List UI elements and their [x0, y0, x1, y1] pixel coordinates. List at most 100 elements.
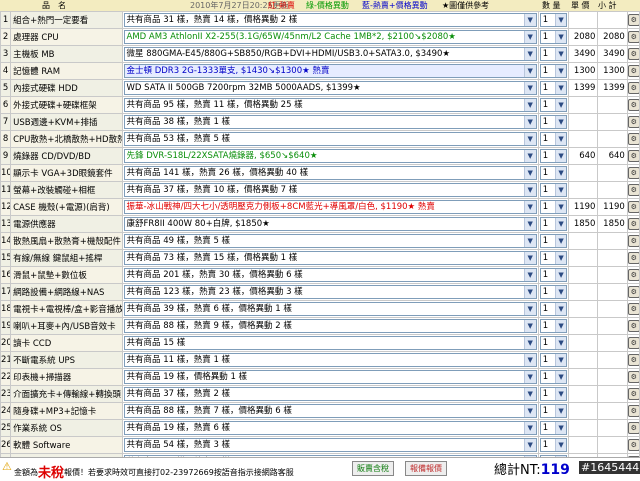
- product-select[interactable]: 共有商品 73 樣，熱賣 15 樣，價格異動 1 樣 ▼: [123, 251, 537, 265]
- product-select[interactable]: 共有商品 123 樣，熱賣 23 樣，價格異動 3 樣 ▼: [123, 285, 537, 299]
- quantity-select[interactable]: 1▼: [539, 81, 568, 95]
- product-select[interactable]: 共有商品 141 樣，熱賣 26 樣，價格異動 40 樣 ▼: [123, 166, 537, 180]
- unit-price: [568, 232, 599, 250]
- quantity-select[interactable]: 1▼: [539, 13, 568, 27]
- quantity-select[interactable]: 1▼: [539, 47, 568, 61]
- product-select[interactable]: 共有商品 19 樣，價格異動 1 樣 ▼: [123, 370, 537, 384]
- gear-icon[interactable]: ⚙: [628, 218, 639, 230]
- product-select[interactable]: 共有商品 39 樣，熱賣 6 樣，價格異動 1 樣 ▼: [123, 302, 537, 316]
- quantity-select[interactable]: 1▼: [539, 370, 568, 384]
- quantity-select[interactable]: 1▼: [539, 438, 568, 452]
- gear-icon[interactable]: ⚙: [628, 252, 639, 264]
- product-select[interactable]: 微星 880GMA-E45/880G+SB850/RGB+DVI+HDMI/US…: [123, 47, 537, 61]
- product-select[interactable]: 共有商品 88 樣，熱賣 7 樣，價格異動 6 樣 ▼: [123, 404, 537, 418]
- chevron-down-icon: ▼: [555, 82, 567, 94]
- gear-icon[interactable]: ⚙: [628, 201, 639, 213]
- gear-icon[interactable]: ⚙: [628, 405, 639, 417]
- report-quote-button[interactable]: 報備報價: [405, 461, 447, 476]
- gear-icon[interactable]: ⚙: [628, 439, 639, 451]
- product-select[interactable]: 共有商品 95 樣，熱賣 11 樣，價格異動 25 樣 ▼: [123, 98, 537, 112]
- product-select[interactable]: 金士頓 DDR3 2G-1333單支, $1430↘$1300★ 熱賣 ▼: [123, 64, 537, 78]
- quantity-value: 1: [542, 219, 549, 229]
- quantity-select[interactable]: 1▼: [539, 149, 568, 163]
- chevron-down-icon: ▼: [523, 82, 536, 94]
- product-select[interactable]: 康舒FR8II 400W 80+白牌, $1850★ ▼: [123, 217, 537, 231]
- quantity-select[interactable]: 1▼: [539, 319, 568, 333]
- subtotal: [597, 130, 628, 148]
- gear-icon[interactable]: ⚙: [628, 65, 639, 77]
- gear-icon[interactable]: ⚙: [628, 14, 639, 26]
- gear-icon[interactable]: ⚙: [628, 422, 639, 434]
- category-label: 有線/無線 鍵鼠組+搖桿: [10, 249, 123, 267]
- product-select[interactable]: AMD AM3 AthlonII X2-255(3.1G/65W/45nm/L2…: [123, 30, 537, 44]
- gear-icon[interactable]: ⚙: [628, 303, 639, 315]
- quantity-select[interactable]: 1▼: [539, 268, 568, 282]
- gear-icon[interactable]: ⚙: [628, 150, 639, 162]
- product-select[interactable]: 共有商品 201 樣，熱賣 30 樣，價格異動 6 樣 ▼: [123, 268, 537, 282]
- quantity-select[interactable]: 1▼: [539, 302, 568, 316]
- gear-icon[interactable]: ⚙: [628, 99, 639, 111]
- quantity-select[interactable]: 1▼: [539, 64, 568, 78]
- unit-price: 3490: [568, 45, 599, 63]
- gear-icon[interactable]: ⚙: [628, 184, 639, 196]
- chevron-down-icon: ▼: [523, 48, 536, 60]
- gear-icon[interactable]: ⚙: [628, 116, 639, 128]
- gear-icon[interactable]: ⚙: [628, 388, 639, 400]
- chevron-down-icon: ▼: [523, 388, 536, 400]
- gear-icon[interactable]: ⚙: [628, 337, 639, 349]
- quantity-select[interactable]: 1▼: [539, 166, 568, 180]
- quantity-select[interactable]: 1▼: [539, 404, 568, 418]
- quantity-value: 1: [542, 253, 549, 263]
- quantity-select[interactable]: 1▼: [539, 336, 568, 350]
- product-select[interactable]: 共有商品 49 樣，熱賣 5 樣 ▼: [123, 234, 537, 248]
- subtotal: [597, 334, 628, 352]
- gear-icon[interactable]: ⚙: [628, 354, 639, 366]
- unit-price: [568, 181, 599, 199]
- product-select[interactable]: 共有商品 19 樣，熱賣 6 樣 ▼: [123, 421, 537, 435]
- product-select[interactable]: 共有商品 37 樣，熱賣 2 樣 ▼: [123, 387, 537, 401]
- gear-icon[interactable]: ⚙: [628, 371, 639, 383]
- gear-icon[interactable]: ⚙: [628, 167, 639, 179]
- gear-icon[interactable]: ⚙: [628, 133, 639, 145]
- product-select[interactable]: 先鋒 DVR-S18L/22XSATA燒錄器, $650↘$640★ ▼: [123, 149, 537, 163]
- product-select[interactable]: 共有商品 37 樣，熱賣 10 樣，價格異動 7 樣 ▼: [123, 183, 537, 197]
- quantity-value: 1: [542, 117, 549, 127]
- quantity-value: 1: [542, 355, 549, 365]
- quantity-select[interactable]: 1▼: [539, 421, 568, 435]
- product-select[interactable]: 共有商品 15 樣 ▼: [123, 336, 537, 350]
- gear-icon[interactable]: ⚙: [628, 48, 639, 60]
- product-select[interactable]: WD SATA II 500GB 7200rpm 32MB 5000AADS, …: [123, 81, 537, 95]
- quantity-select[interactable]: 1▼: [539, 132, 568, 146]
- gear-icon[interactable]: ⚙: [628, 320, 639, 332]
- quantity-select[interactable]: 1▼: [539, 200, 568, 214]
- gear-icon[interactable]: ⚙: [628, 82, 639, 94]
- gear-icon[interactable]: ⚙: [628, 286, 639, 298]
- quantity-value: 1: [542, 134, 549, 144]
- quantity-select[interactable]: 1▼: [539, 30, 568, 44]
- product-select[interactable]: 共有商品 54 樣，熱賣 3 樣 ▼: [123, 438, 537, 452]
- product-select[interactable]: 共有商品 88 樣，熱賣 9 樣，價格異動 2 樣 ▼: [123, 319, 537, 333]
- subtotal: 1399: [597, 79, 628, 97]
- quantity-select[interactable]: 1▼: [539, 353, 568, 367]
- quantity-select[interactable]: 1▼: [539, 217, 568, 231]
- gear-icon[interactable]: ⚙: [628, 269, 639, 281]
- quantity-select[interactable]: 1▼: [539, 387, 568, 401]
- quantity-select[interactable]: 1▼: [539, 285, 568, 299]
- gear-icon[interactable]: ⚙: [628, 235, 639, 247]
- category-label: CASE 機殼(+電源)(肩背): [10, 198, 123, 216]
- quantity-value: 1: [542, 287, 549, 297]
- chevron-down-icon: ▼: [523, 14, 536, 26]
- quantity-select[interactable]: 1▼: [539, 115, 568, 129]
- quantity-select[interactable]: 1▼: [539, 183, 568, 197]
- product-select[interactable]: 振華-冰山戰神/四大七小/透明壓克力側板+8CM藍光+導風罩/白色, $1190…: [123, 200, 537, 214]
- product-select[interactable]: 共有商品 38 樣，熱賣 1 樣 ▼: [123, 115, 537, 129]
- quantity-select[interactable]: 1▼: [539, 98, 568, 112]
- gear-icon[interactable]: ⚙: [628, 31, 639, 43]
- tax-included-button[interactable]: 販賣含稅: [352, 461, 394, 476]
- product-select[interactable]: 共有商品 53 樣，熱賣 5 樣 ▼: [123, 132, 537, 146]
- chevron-down-icon: ▼: [555, 337, 567, 349]
- product-select[interactable]: 共有商品 31 樣，熱賣 14 樣，價格異動 2 樣 ▼: [123, 13, 537, 27]
- quantity-select[interactable]: 1▼: [539, 234, 568, 248]
- quantity-select[interactable]: 1▼: [539, 251, 568, 265]
- product-select[interactable]: 共有商品 11 樣，熱賣 1 樣 ▼: [123, 353, 537, 367]
